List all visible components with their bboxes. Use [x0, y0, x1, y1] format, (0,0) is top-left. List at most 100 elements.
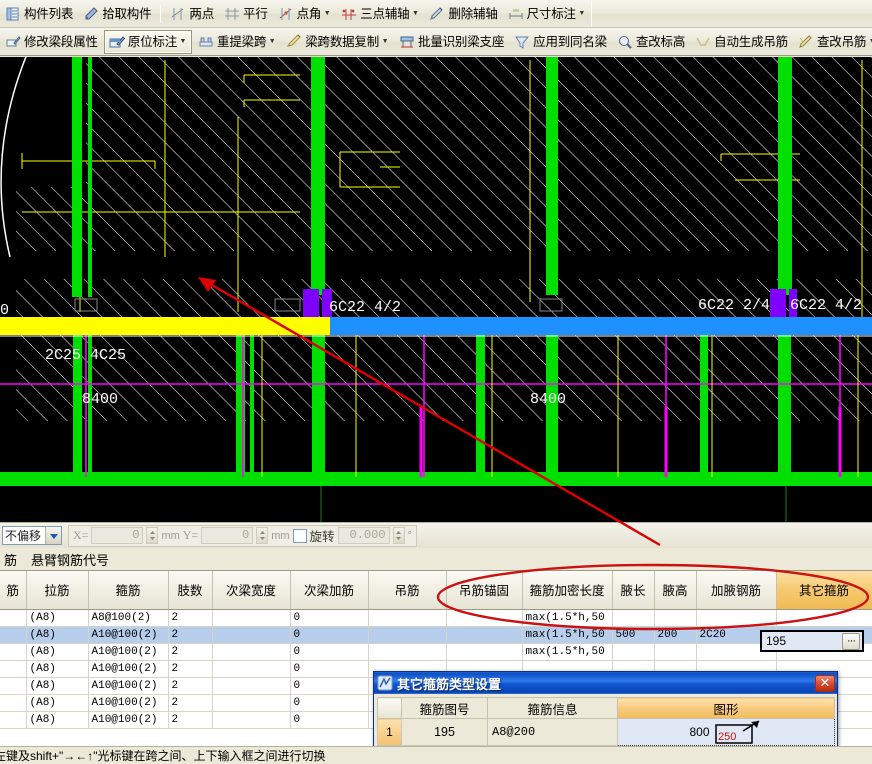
grid-cell[interactable] [0, 643, 27, 661]
dialog-stirrup-info[interactable]: A8@200 [487, 718, 618, 746]
chevron-down-icon[interactable]: ▼ [321, 10, 331, 17]
grid-cell[interactable] [446, 626, 523, 644]
grid-cell[interactable]: 0 [290, 677, 369, 695]
grid-column-header[interactable]: 其它箍筋 [776, 571, 872, 610]
toolbar-item-batch-support[interactable]: 批量识别梁支座 [395, 30, 508, 54]
grid-cell[interactable]: (A8) [26, 609, 89, 627]
grid-cell[interactable] [0, 677, 27, 695]
table-row[interactable]: (A8) A10@100(2) 2 0 max(1.5*h,50 [0, 643, 872, 661]
grid-cell[interactable] [654, 643, 697, 661]
grid-cell[interactable]: 0 [290, 643, 369, 661]
grid-cell[interactable]: 0 [290, 711, 369, 729]
cad-drawing-canvas[interactable]: 0 6C22 4/2 6C22 2/4 6C22 4/2 2C25 4C25 8… [0, 57, 872, 522]
grid-cell[interactable]: 0 [290, 694, 369, 712]
grid-cell[interactable] [654, 609, 697, 627]
grid-cell[interactable]: 2 [168, 643, 213, 661]
grid-cell[interactable] [212, 660, 291, 678]
grid-column-header[interactable]: 次梁加筋 [290, 571, 369, 610]
grid-cell[interactable]: 0 [290, 609, 369, 627]
offset-mode-combobox[interactable]: 不偏移 [2, 526, 62, 545]
dialog-title-bar[interactable]: 其它箍筋类型设置 ✕ [374, 672, 837, 694]
toolbar-item-parallel[interactable]: 平行 [220, 2, 272, 26]
grid-cell[interactable]: max(1.5*h,50 [522, 643, 613, 661]
grid-cell[interactable]: 0 [290, 626, 369, 644]
toolbar-item-apply-same-name[interactable]: 应用到同名梁 [510, 30, 611, 54]
toolbar-item-check-hanger[interactable]: 查改吊筋 ▼ [794, 30, 872, 54]
grid-cell[interactable]: A10@100(2) [88, 643, 169, 661]
dialog-table-row[interactable]: 1 195 A8@200 800 250 [377, 718, 835, 746]
grid-column-header[interactable]: 加腋钢筋 [696, 571, 777, 610]
table-row[interactable]: (A8) A8@100(2) 2 0 max(1.5*h,50 [0, 609, 872, 627]
grid-column-header[interactable]: 筋 [0, 571, 27, 610]
grid-cell[interactable]: A10@100(2) [88, 626, 169, 644]
grid-cell[interactable]: 500 [612, 626, 655, 644]
y-input[interactable]: 0 [201, 527, 254, 544]
chevron-down-icon[interactable]: ▼ [576, 10, 586, 17]
grid-cell[interactable]: 2 [168, 660, 213, 678]
grid-cell[interactable] [612, 643, 655, 661]
grid-cell[interactable] [446, 609, 523, 627]
chevron-down-icon[interactable]: ▼ [379, 38, 389, 45]
grid-cell[interactable]: A10@100(2) [88, 694, 169, 712]
grid-cell[interactable] [696, 609, 777, 627]
grid-cell[interactable] [0, 711, 27, 729]
toolbar-item-two-point[interactable]: 两点 [166, 2, 218, 26]
grid-column-header[interactable]: 腋长 [612, 571, 655, 610]
grid-cell[interactable] [368, 643, 447, 661]
grid-cell[interactable]: 2 [168, 677, 213, 695]
toolbar-item-three-point-axis[interactable]: 三点辅轴 ▼ [337, 2, 423, 26]
dialog-graphic-cell[interactable]: 800 250 [617, 718, 835, 746]
toolbar-item-re-extract-span[interactable]: 重提梁跨 ▼ [194, 30, 280, 54]
rotate-spinner[interactable] [392, 527, 405, 544]
toolbar-item-pick-component[interactable]: 拾取构件 [79, 2, 155, 26]
grid-column-header[interactable]: 箍筋 [88, 571, 169, 610]
toolbar-item-dimension[interactable]: 尺寸标注 ▼ [504, 2, 590, 26]
toolbar-item-check-elevation[interactable]: 查改标高 [613, 30, 689, 54]
grid-cell[interactable] [0, 660, 27, 678]
grid-cell[interactable]: 2 [168, 711, 213, 729]
grid-cell[interactable]: 2 [168, 626, 213, 644]
grid-cell[interactable] [0, 626, 27, 644]
grid-cell[interactable]: (A8) [26, 677, 89, 695]
grid-cell[interactable]: 0 [290, 660, 369, 678]
grid-cell[interactable] [368, 626, 447, 644]
chevron-down-icon[interactable]: ▼ [409, 10, 419, 17]
grid-column-header[interactable]: 次梁宽度 [212, 571, 291, 610]
dialog-stirrup-number[interactable]: 195 [401, 718, 488, 746]
grid-cell[interactable] [368, 609, 447, 627]
ellipsis-button[interactable]: ··· [842, 632, 860, 650]
toolbar-item-delete-axis[interactable]: 删除辅轴 [425, 2, 501, 26]
grid-cell[interactable] [0, 609, 27, 627]
grid-cell[interactable]: A10@100(2) [88, 711, 169, 729]
close-icon[interactable]: ✕ [815, 674, 835, 692]
toolbar-item-in-situ-label[interactable]: 原位标注 ▼ [103, 29, 193, 54]
grid-cell[interactable] [212, 694, 291, 712]
grid-cell[interactable]: max(1.5*h,50 [522, 609, 613, 627]
chevron-down-icon[interactable]: ▼ [177, 38, 187, 45]
grid-column-header[interactable]: 肢数 [168, 571, 213, 610]
grid-cell[interactable] [0, 694, 27, 712]
grid-cell[interactable] [212, 643, 291, 661]
grid-cell[interactable]: (A8) [26, 660, 89, 678]
chevron-down-icon[interactable]: ▼ [866, 38, 872, 45]
grid-cell[interactable] [212, 677, 291, 695]
other-stirrup-cell-editor[interactable]: 195 ··· [760, 630, 864, 652]
table-row[interactable]: (A8) A10@100(2) 2 0 max(1.5*h,50 500 200 2C20 [0, 626, 872, 644]
grid-cell[interactable]: A10@100(2) [88, 660, 169, 678]
toolbar-item-edit-beam-segment[interactable]: 修改梁段属性 [1, 30, 102, 54]
y-spinner[interactable] [256, 527, 269, 544]
toolbar-item-copy-span-data[interactable]: 梁跨数据复制 ▼ [282, 30, 393, 54]
grid-column-header[interactable]: 吊筋锚固 [446, 571, 523, 610]
x-spinner[interactable] [146, 527, 159, 544]
grid-cell[interactable] [446, 643, 523, 661]
grid-cell[interactable]: A10@100(2) [88, 677, 169, 695]
chevron-down-icon[interactable] [45, 527, 61, 544]
rotate-checkbox[interactable] [292, 528, 307, 543]
grid-cell[interactable] [212, 609, 291, 627]
grid-cell[interactable]: 2 [168, 609, 213, 627]
grid-cell[interactable]: A8@100(2) [88, 609, 169, 627]
grid-cell[interactable]: (A8) [26, 711, 89, 729]
grid-cell[interactable]: 200 [654, 626, 697, 644]
grid-cell[interactable] [612, 609, 655, 627]
toolbar-item-point-angle[interactable]: 点角 ▼ [274, 2, 336, 26]
